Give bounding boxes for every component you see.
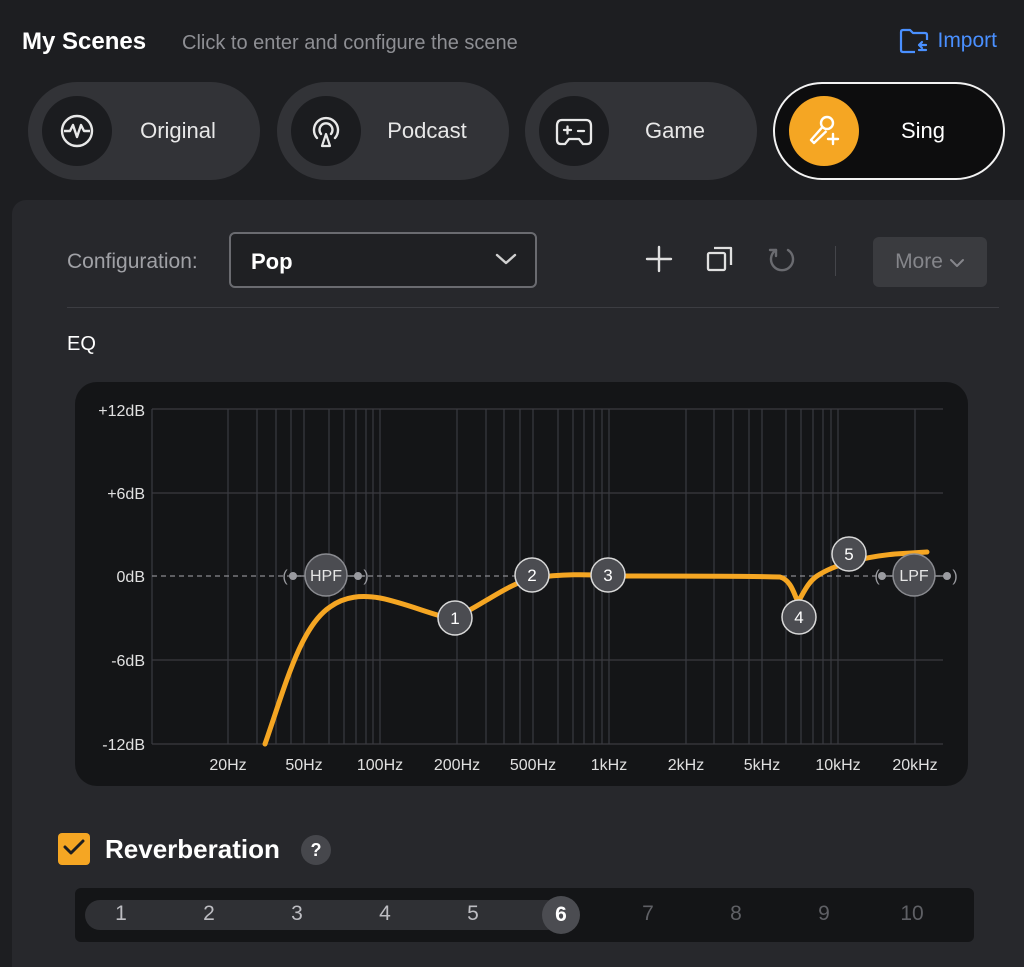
x-tick-label: 20kHz — [892, 757, 937, 774]
reverberation-level-slider[interactable]: 1 2 3 4 5 6 7 8 9 10 — [75, 888, 974, 942]
scene-label: Sing — [900, 118, 946, 143]
band-label: 2 — [527, 566, 536, 585]
configuration-value: Pop — [251, 249, 293, 274]
chevron-down-icon — [949, 250, 965, 274]
level-option[interactable]: 10 — [892, 902, 932, 926]
eq-graph-svg: +12dB +6dB 0dB -6dB -12dB 20Hz 50Hz 100H… — [98, 403, 958, 774]
band-label: 1 — [450, 609, 459, 628]
level-option[interactable]: 4 — [365, 902, 405, 926]
configuration-select[interactable]: Pop — [229, 232, 537, 288]
page-title: My Scenes — [22, 28, 147, 55]
help-icon[interactable]: ? — [301, 835, 331, 865]
section-divider — [67, 307, 999, 308]
scene-sing[interactable]: Sing — [773, 82, 1005, 180]
eq-band-5[interactable]: 5 — [831, 536, 867, 572]
eq-band-4[interactable]: 4 — [781, 599, 817, 635]
x-tick-label: 200Hz — [434, 757, 480, 774]
slider-levels: 1 2 3 4 5 6 7 8 9 10 — [75, 888, 974, 942]
scene-label: Podcast — [387, 118, 467, 143]
microphone-sparkle-icon — [789, 96, 859, 166]
band-label: 3 — [603, 566, 612, 585]
hpf-label: HPF — [310, 568, 342, 585]
x-tick-label: 10kHz — [815, 757, 860, 774]
eq-title: EQ — [67, 333, 96, 355]
podcast-icon — [291, 96, 361, 166]
x-tick-label: 500Hz — [510, 757, 556, 774]
y-tick-label: -12dB — [102, 737, 145, 754]
y-tick-label: 0dB — [117, 569, 145, 586]
x-tick-label: 1kHz — [591, 757, 627, 774]
checkmark-icon — [63, 838, 85, 861]
scene-game[interactable]: Game — [525, 82, 757, 180]
band-label: 4 — [794, 608, 803, 627]
eq-band-2[interactable]: 2 — [514, 557, 550, 593]
eq-band-3[interactable]: 3 — [590, 557, 626, 593]
chevron-down-icon — [495, 252, 517, 271]
svg-text:): ) — [363, 568, 368, 585]
waveform-icon — [42, 96, 112, 166]
reverberation-row: Reverberation ? — [58, 832, 358, 868]
svg-text:): ) — [952, 568, 957, 585]
level-option[interactable]: 5 — [453, 902, 493, 926]
reverberation-checkbox[interactable] — [58, 833, 90, 865]
eq-graph[interactable]: +12dB +6dB 0dB -6dB -12dB 20Hz 50Hz 100H… — [75, 382, 968, 786]
import-label: Import — [937, 29, 997, 52]
toolbar-divider — [835, 246, 836, 276]
copy-icon — [705, 244, 735, 279]
folder-import-icon — [899, 28, 929, 54]
reset-config-button[interactable] — [765, 244, 799, 278]
level-option[interactable]: 1 — [101, 902, 141, 926]
reset-icon — [767, 244, 797, 279]
eq-band-1[interactable]: 1 — [437, 600, 473, 636]
level-option[interactable]: 8 — [716, 902, 756, 926]
lpf-label: LPF — [899, 568, 929, 585]
gamepad-icon — [539, 96, 609, 166]
scene-original[interactable]: Original — [28, 82, 260, 180]
scene-podcast[interactable]: Podcast — [277, 82, 509, 180]
band-label: 5 — [844, 545, 853, 564]
x-tick-label: 100Hz — [357, 757, 403, 774]
y-tick-label: -6dB — [111, 653, 145, 670]
scene-config-panel: Configuration: Pop More EQ +12dB +6dB 0d… — [12, 200, 1024, 967]
more-button[interactable]: More — [873, 237, 987, 287]
x-tick-label: 5kHz — [744, 757, 780, 774]
y-tick-label: +6dB — [107, 486, 145, 503]
x-tick-label: 20Hz — [209, 757, 246, 774]
reverberation-title: Reverberation — [105, 834, 280, 864]
level-option[interactable]: 9 — [804, 902, 844, 926]
scene-label: Game — [645, 118, 705, 143]
level-option[interactable]: 2 — [189, 902, 229, 926]
copy-config-button[interactable] — [703, 244, 737, 278]
level-option[interactable]: 3 — [277, 902, 317, 926]
scene-list: Original Podcast Game Sing — [28, 82, 1008, 182]
svg-text:(: ( — [282, 568, 288, 585]
scene-label: Original — [140, 118, 216, 143]
scenes-header: My Scenes Click to enter and configure t… — [22, 28, 997, 62]
configuration-label: Configuration: — [67, 250, 198, 273]
add-icon — [645, 245, 673, 278]
more-label: More — [895, 250, 943, 273]
y-tick-label: +12dB — [98, 403, 145, 420]
level-option[interactable]: 7 — [628, 902, 668, 926]
x-tick-label: 2kHz — [668, 757, 704, 774]
page-subtitle: Click to enter and configure the scene — [182, 32, 518, 54]
configuration-row: Configuration: Pop More — [67, 232, 999, 292]
import-button[interactable]: Import — [899, 28, 997, 54]
level-option-selected[interactable]: 6 — [542, 896, 580, 934]
lpf-handle[interactable]: ( ) LPF — [874, 553, 958, 597]
add-config-button[interactable] — [642, 244, 676, 278]
x-tick-label: 50Hz — [285, 757, 322, 774]
